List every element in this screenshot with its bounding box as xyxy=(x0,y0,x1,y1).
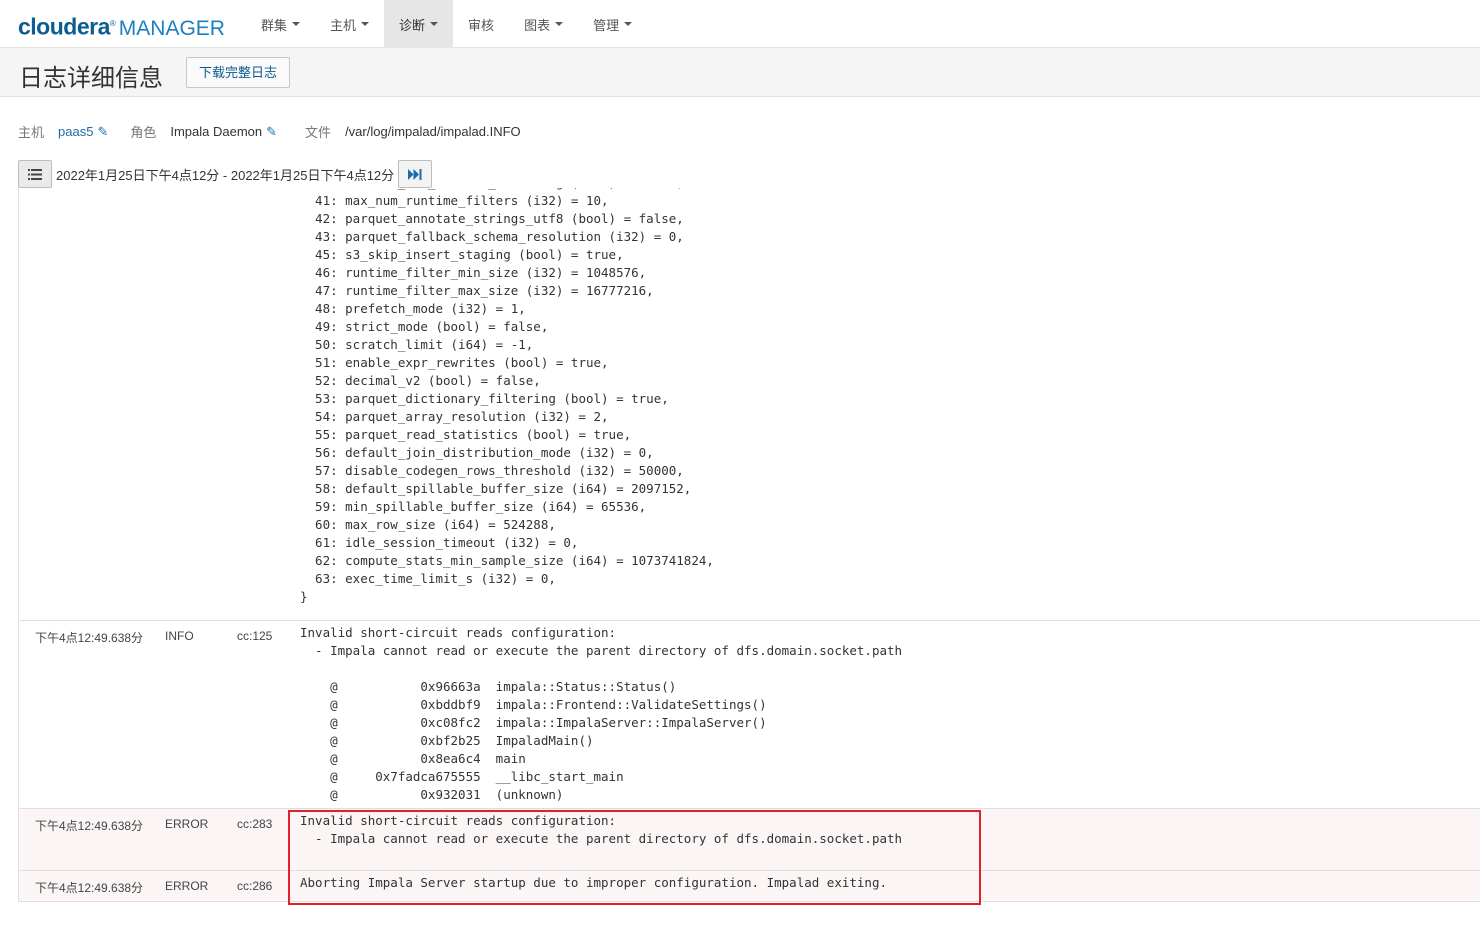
chevron-down-icon xyxy=(555,22,564,26)
log-message: Invalid short-circuit reads configuratio… xyxy=(300,625,903,802)
log-row: 下午4点12:49.638分 INFO cc:125 Invalid short… xyxy=(19,621,1480,809)
log-meta-row: 主机 paas5 ✎ 角色 Impala Daemon ✎ 文件 /var/lo… xyxy=(18,122,521,141)
host-label: 主机 xyxy=(18,125,45,140)
chevron-down-icon xyxy=(430,22,439,26)
log-table: 40: disable_row_runtime_filtering (bool)… xyxy=(18,188,1480,902)
role-value: Impala Daemon xyxy=(170,124,263,139)
log-time: 下午4点12:49.638分 xyxy=(35,819,144,833)
page-header: 日志详细信息 下载完整日志 xyxy=(0,48,1480,97)
nav-audits[interactable]: 审核 xyxy=(453,0,509,48)
logo-product: MANAGER xyxy=(118,16,225,40)
nav-charts-label: 图表 xyxy=(524,17,551,33)
log-row: 40: disable_row_runtime_filtering (bool)… xyxy=(19,188,1480,621)
top-navbar: cloudera® MANAGER 群集 主机 诊断 审核 图表 管理 xyxy=(0,0,1480,48)
list-icon xyxy=(28,168,42,180)
pencil-icon[interactable]: ✎ xyxy=(97,124,108,140)
nav-clusters[interactable]: 群集 xyxy=(246,0,315,48)
nav-hosts[interactable]: 主机 xyxy=(315,0,384,48)
log-level: INFO xyxy=(165,629,194,643)
chevron-down-icon xyxy=(624,22,633,26)
chevron-down-icon xyxy=(292,22,301,26)
role-label: 角色 xyxy=(130,125,157,140)
log-level: ERROR xyxy=(165,817,209,831)
jump-to-end-button[interactable] xyxy=(398,160,433,188)
logo-registered-mark: ® xyxy=(109,19,116,28)
nav-audits-label: 审核 xyxy=(468,17,495,33)
file-path: /var/log/impalad/impalad.INFO xyxy=(345,124,521,139)
nav-diagnostics[interactable]: 诊断 xyxy=(384,0,454,48)
cloudera-manager-logo[interactable]: cloudera® MANAGER xyxy=(18,11,225,42)
log-message: 40: disable_row_runtime_filtering (bool)… xyxy=(300,188,714,604)
time-range-text: 2022年1月25日下午4点12分 - 2022年1月25日下午4点12分 xyxy=(56,167,395,183)
nav-administration-label: 管理 xyxy=(593,17,620,33)
nav-hosts-label: 主机 xyxy=(330,17,357,33)
pencil-icon[interactable]: ✎ xyxy=(266,124,277,140)
fast-forward-icon xyxy=(408,168,422,180)
log-message: Aborting Impala Server startup due to im… xyxy=(300,875,887,890)
nav-administration[interactable]: 管理 xyxy=(578,0,647,48)
host-link[interactable]: paas5 xyxy=(58,124,93,139)
main-nav: 群集 主机 诊断 审核 图表 管理 xyxy=(246,0,647,48)
nav-charts[interactable]: 图表 xyxy=(509,0,578,48)
page-title: 日志详细信息 xyxy=(19,65,163,92)
log-time: 下午4点12:49.638分 xyxy=(35,631,144,645)
list-view-button[interactable] xyxy=(18,160,52,188)
time-range-bar: 2022年1月25日下午4点12分 - 2022年1月25日下午4点12分 xyxy=(18,160,433,188)
chevron-down-icon xyxy=(361,22,370,26)
log-row: 下午4点12:49.638分 ERROR cc:286 Aborting Imp… xyxy=(19,871,1480,902)
log-message: Invalid short-circuit reads configuratio… xyxy=(300,813,903,846)
nav-diagnostics-label: 诊断 xyxy=(399,17,426,33)
logo-brand: cloudera xyxy=(18,13,110,40)
download-full-log-button[interactable]: 下载完整日志 xyxy=(186,57,291,88)
nav-clusters-label: 群集 xyxy=(261,17,288,33)
log-time: 下午4点12:49.638分 xyxy=(35,881,144,895)
log-source: cc:125 xyxy=(237,629,273,643)
log-source: cc:283 xyxy=(237,817,273,831)
log-level: ERROR xyxy=(165,879,209,893)
log-source: cc:286 xyxy=(237,879,273,893)
log-row: 下午4点12:49.638分 ERROR cc:283 Invalid shor… xyxy=(19,809,1480,871)
file-label: 文件 xyxy=(305,125,332,140)
